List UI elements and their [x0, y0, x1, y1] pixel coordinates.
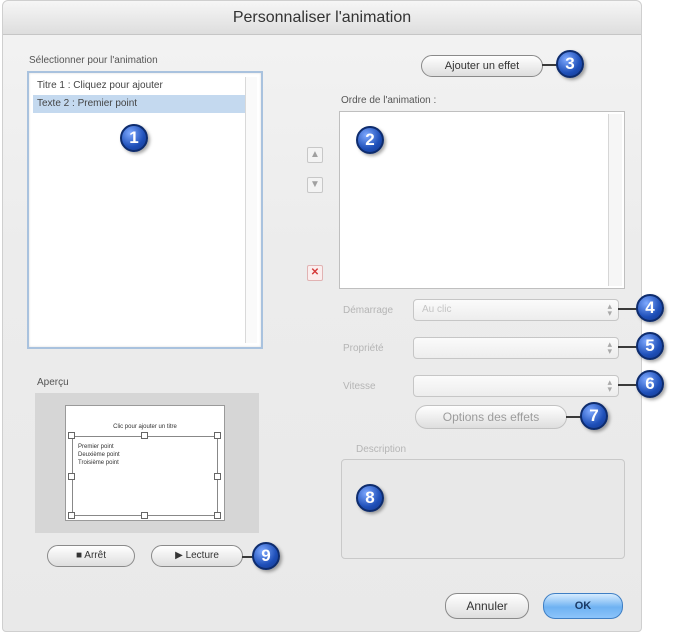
up-down-chevron-icon: ▴ ▾: [607, 377, 612, 394]
delete-x-icon[interactable]: ✕: [307, 265, 323, 281]
order-scrollbar[interactable]: [608, 114, 622, 286]
preview-label: Aperçu: [37, 377, 69, 388]
arrow-up-icon[interactable]: ▲: [307, 147, 323, 163]
slide-title: Clic pour ajouter un titre: [113, 424, 177, 430]
resize-handle: [68, 512, 75, 519]
animatable-objects-list[interactable]: Titre 1 : Cliquez pour ajouter Texte 2 :…: [27, 71, 263, 349]
slide-thumbnail: Clic pour ajouter un titre Premier point…: [65, 405, 225, 521]
start-select[interactable]: Au clic ▴ ▾: [413, 299, 619, 321]
slide-bullet: Deuxième point: [78, 452, 120, 458]
up-down-chevron-icon: ▴ ▾: [607, 339, 612, 356]
callout-badge: 2: [356, 126, 384, 154]
resize-handle: [141, 432, 148, 439]
slide-bullet: Troisième point: [78, 460, 119, 466]
play-button-label: Lecture: [185, 550, 219, 561]
arrow-down-icon[interactable]: ▼: [307, 177, 323, 193]
callout-badge: 1: [120, 124, 148, 152]
list-item-selected[interactable]: Texte 2 : Premier point: [33, 95, 249, 113]
property-label: Propriété: [343, 343, 384, 354]
list-item[interactable]: Titre 1 : Cliquez pour ajouter: [33, 77, 249, 95]
callout-badge: 3: [556, 50, 584, 78]
dialog-window: Personnaliser l'animation Sélectionner p…: [2, 0, 642, 632]
property-select[interactable]: ▴ ▾: [413, 337, 619, 359]
animation-order-label: Ordre de l'animation :: [341, 95, 437, 106]
description-label: Description: [353, 444, 410, 455]
speed-label: Vitesse: [343, 381, 376, 392]
up-down-chevron-icon: ▴ ▾: [607, 301, 612, 318]
callout-badge: 5: [636, 332, 664, 360]
speed-select[interactable]: ▴ ▾: [413, 375, 619, 397]
select-for-animation-label: Sélectionner pour l'animation: [29, 55, 158, 66]
ok-button[interactable]: OK: [543, 593, 623, 619]
square-stop-icon: ■: [76, 550, 83, 561]
resize-handle: [214, 473, 221, 480]
callout-badge: 6: [636, 370, 664, 398]
effect-options-button[interactable]: Options des effets: [415, 405, 567, 429]
resize-handle: [141, 512, 148, 519]
resize-handle: [68, 473, 75, 480]
triangle-play-icon: ▶: [175, 550, 183, 561]
callout-badge: 9: [252, 542, 280, 570]
description-group: [341, 459, 625, 559]
window-title: Personnaliser l'animation: [3, 1, 641, 35]
callout-badge: 4: [636, 294, 664, 322]
slide-bullet: Premier point: [78, 444, 114, 450]
callout-badge: 8: [356, 484, 384, 512]
start-select-value: Au clic: [422, 304, 452, 315]
resize-handle: [214, 432, 221, 439]
callout-badge: 7: [580, 402, 608, 430]
stop-button-label: Arrêt: [84, 550, 106, 561]
add-effect-button[interactable]: Ajouter un effet: [421, 55, 543, 77]
resize-handle: [214, 512, 221, 519]
play-button[interactable]: ▶ Lecture: [151, 545, 243, 567]
preview-pane: Clic pour ajouter un titre Premier point…: [35, 393, 259, 533]
cancel-button[interactable]: Annuler: [445, 593, 529, 619]
start-label: Démarrage: [343, 305, 394, 316]
stop-button[interactable]: ■ Arrêt: [47, 545, 135, 567]
resize-handle: [68, 432, 75, 439]
list-scrollbar[interactable]: [245, 77, 257, 343]
